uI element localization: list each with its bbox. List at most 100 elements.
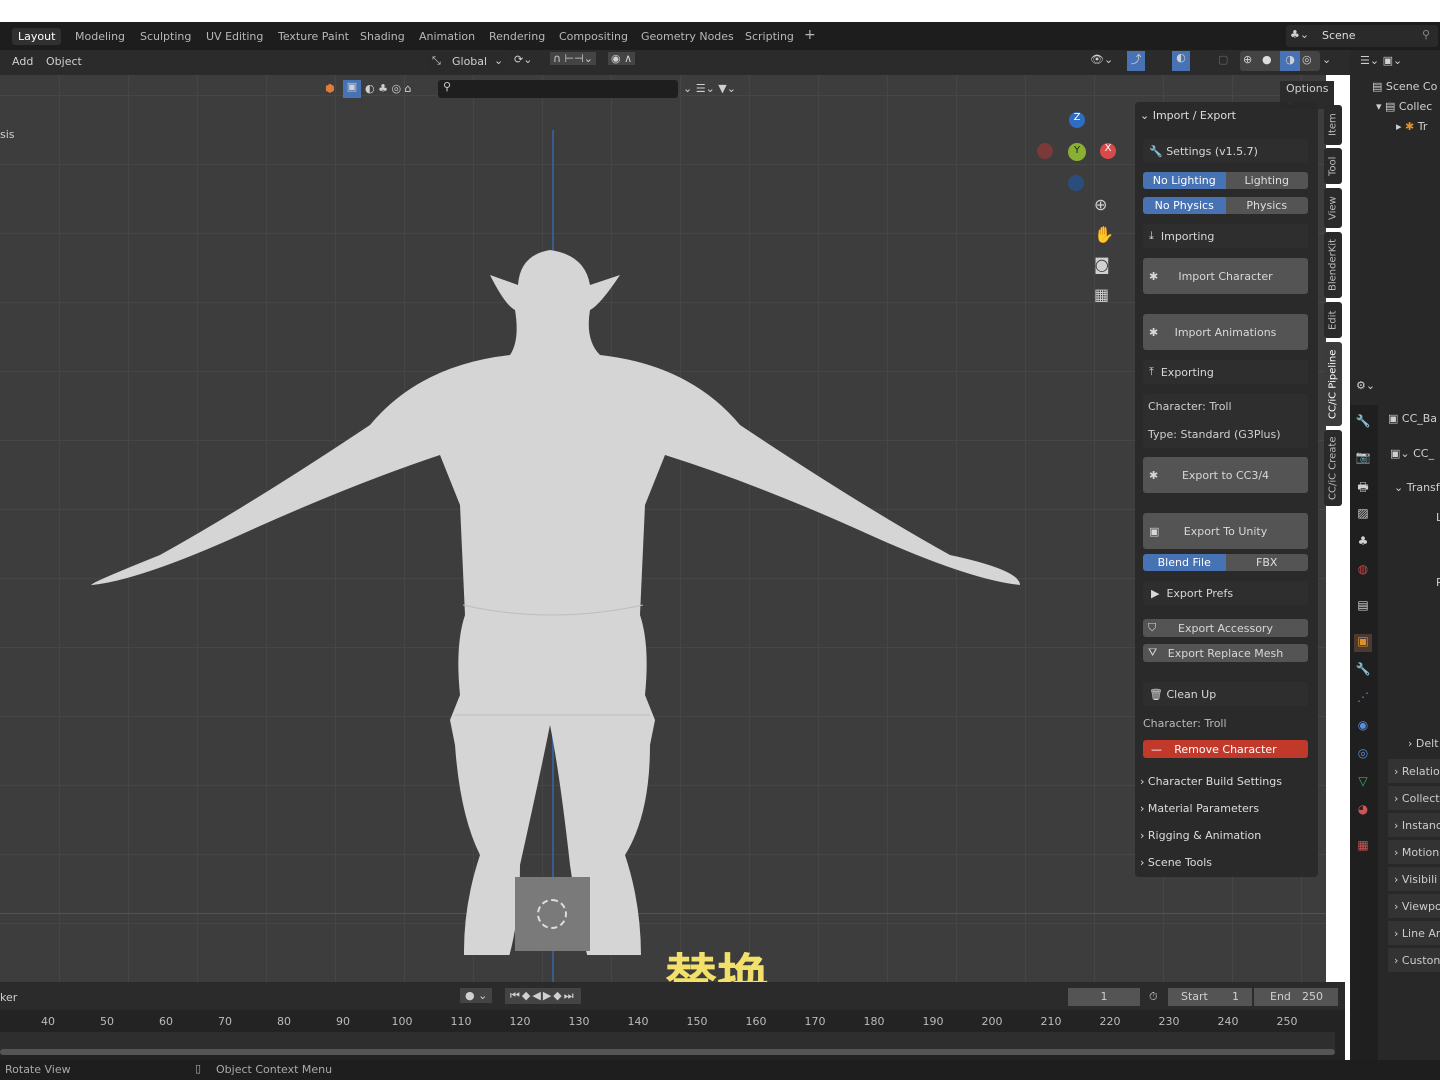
snap-icon[interactable]: ∩ ⊢⊣⌄ xyxy=(550,52,596,65)
no-lighting-toggle[interactable]: No Lighting xyxy=(1143,172,1226,189)
export-cc-button[interactable]: ✱ Export to CC3/4 xyxy=(1143,457,1308,493)
stopwatch-icon[interactable]: ⏱ xyxy=(1149,990,1158,1004)
timeline-scrollbar[interactable] xyxy=(0,1049,1335,1055)
fbx-toggle[interactable]: FBX xyxy=(1225,554,1308,571)
editor-type-icon[interactable]: ⚙⌄ xyxy=(1356,379,1375,392)
subpanel-material-parameters[interactable]: › Material Parameters xyxy=(1140,797,1312,819)
visibility-icon[interactable]: 👁⌄ xyxy=(1090,53,1113,66)
panel-instancing[interactable]: › Instanc xyxy=(1388,813,1440,837)
playback-controls[interactable]: ⏮◆◀▶◆⏭ xyxy=(505,988,581,1004)
output-icon[interactable]: 🖶 xyxy=(1354,478,1372,496)
panel-custom-properties[interactable]: › Custon xyxy=(1388,948,1440,972)
xray-icon[interactable]: ▢ xyxy=(1218,53,1228,66)
pin-icon[interactable]: ⚲ xyxy=(1422,28,1430,41)
gizmo-neg-x[interactable] xyxy=(1037,143,1053,159)
tab-blenderkit[interactable]: BlenderKit xyxy=(1324,232,1342,298)
material-shading-icon[interactable]: ◑ xyxy=(1280,51,1300,71)
tool-icon[interactable]: 🔧 xyxy=(1354,414,1372,432)
panel-visibility[interactable]: › Visibili xyxy=(1388,867,1440,891)
editor-type-icon[interactable]: ☰⌄ ▣⌄ xyxy=(1360,54,1402,67)
end-frame-field[interactable]: End 250 xyxy=(1254,988,1338,1006)
hierarchy-icon[interactable]: ⌄ ☰⌄ ▼⌄ xyxy=(683,82,736,95)
timeline-track[interactable] xyxy=(0,1032,1335,1050)
tab-modeling[interactable]: Modeling xyxy=(69,28,131,45)
pivot-icon[interactable]: ⟳⌄ xyxy=(514,53,532,66)
timeline-menu-marker[interactable]: ker xyxy=(0,991,17,1004)
scene-selector[interactable]: ♣⌄ Scene ⚲ xyxy=(1286,25,1438,47)
select-icon[interactable]: ▣ xyxy=(343,80,361,98)
menu-add[interactable]: Add xyxy=(12,55,33,68)
subpanel-scene-tools[interactable]: › Scene Tools xyxy=(1140,851,1312,873)
tab-tool[interactable]: Tool xyxy=(1324,148,1342,184)
record-button[interactable]: ● ⌄ xyxy=(460,988,493,1003)
tab-animation[interactable]: Animation xyxy=(413,28,481,45)
data-selector[interactable]: ▣⌄ CC_ xyxy=(1390,447,1434,460)
panel-motion-paths[interactable]: › Motion xyxy=(1388,840,1440,864)
world-icon[interactable]: ◍ xyxy=(1354,562,1372,580)
object-name-row[interactable]: ▣ CC_Ba xyxy=(1388,412,1437,425)
mesh-data-icon[interactable]: ▽ xyxy=(1354,774,1372,792)
tab-edit[interactable]: Edit xyxy=(1324,302,1342,338)
current-frame-field[interactable]: 1 xyxy=(1068,988,1140,1006)
panel-collections[interactable]: › Collect xyxy=(1388,786,1440,810)
subpanel-rigging-animation[interactable]: › Rigging & Animation xyxy=(1140,824,1312,846)
shading-dropdown-icon[interactable]: ⌄ xyxy=(1322,53,1331,66)
settings-button[interactable]: 🔧 Settings (v1.5.7) xyxy=(1143,139,1308,163)
transform-panel-header[interactable]: ⌄ Transfo xyxy=(1394,481,1440,494)
color-icon[interactable]: ⬢ xyxy=(325,82,335,95)
scene-collection-row[interactable]: ▤ Scene Co xyxy=(1372,80,1437,93)
troll-row[interactable]: ▸ ✱ Tr xyxy=(1396,120,1427,133)
export-prefs-button[interactable]: ▶ Export Prefs xyxy=(1143,581,1308,605)
texture-icon[interactable]: ▦ xyxy=(1354,838,1372,856)
tab-view[interactable]: View xyxy=(1324,188,1342,228)
material-icon[interactable]: ◕ xyxy=(1354,802,1372,820)
tab-sculpting[interactable]: Sculpting xyxy=(134,28,197,45)
3d-viewport[interactable]: ⬢ ▣ ◐ ♣ ◎ ⌂ ⚲ ⌄ ☰⌄ ▼⌄ sis Options ⌄ Z Y … xyxy=(0,75,1335,1010)
collection-row[interactable]: ▾ ▤ Collec xyxy=(1376,100,1432,113)
import-character-button[interactable]: ✱ Import Character xyxy=(1143,258,1308,294)
navigation-gizmo[interactable]: Z Y X xyxy=(1035,110,1120,195)
tab-item[interactable]: Item xyxy=(1324,105,1342,145)
delta-transform-header[interactable]: › Delt xyxy=(1408,737,1439,750)
solid-shading-icon[interactable]: ● xyxy=(1262,53,1272,66)
transform-orientation-dropdown[interactable]: ⤡ Global ⌄ xyxy=(428,52,506,72)
importing-section[interactable]: ⤓ Importing xyxy=(1143,224,1308,248)
modifier-icon[interactable]: 🔧 xyxy=(1354,662,1372,680)
tab-compositing[interactable]: Compositing xyxy=(553,28,634,45)
gizmo-y[interactable]: Y xyxy=(1068,143,1086,161)
import-animations-button[interactable]: ✱ Import Animations xyxy=(1143,314,1308,350)
lighting-toggle[interactable]: Lighting xyxy=(1225,172,1308,189)
shading-filter-icon[interactable]: ◐ ♣ ◎ ⌂ xyxy=(365,82,412,95)
tab-rendering[interactable]: Rendering xyxy=(483,28,551,45)
tab-layout[interactable]: Layout xyxy=(12,28,62,45)
particles-icon[interactable]: ⋰ xyxy=(1354,690,1372,708)
subpanel-character-build[interactable]: › Character Build Settings xyxy=(1140,770,1312,792)
render-icon[interactable]: 📷 xyxy=(1354,450,1372,468)
wireframe-shading-icon[interactable]: ⊕ xyxy=(1243,53,1252,66)
object-icon[interactable]: ▣ xyxy=(1354,634,1372,652)
tab-shading[interactable]: Shading xyxy=(354,28,411,45)
gizmo-toggle-icon[interactable]: ⤴ xyxy=(1127,51,1145,71)
gizmo-x[interactable]: X xyxy=(1100,143,1116,159)
gizmo-z[interactable]: Z xyxy=(1069,112,1085,128)
export-accessory-button[interactable]: ⛉ Export Accessory xyxy=(1143,619,1308,637)
zoom-icon[interactable]: ⊕ xyxy=(1094,195,1107,214)
start-frame-field[interactable]: Start 1 xyxy=(1168,988,1252,1006)
tab-cc-create[interactable]: CC/iC Create xyxy=(1324,430,1342,506)
overlay-toggle-icon[interactable]: ◐ xyxy=(1172,51,1190,71)
physics-toggle[interactable]: Physics xyxy=(1225,197,1308,214)
physics-icon[interactable]: ◉ xyxy=(1354,718,1372,736)
scene-icon[interactable]: ♣ xyxy=(1354,534,1372,552)
hand-icon[interactable]: ✋ xyxy=(1094,225,1114,244)
gizmo-neg-z[interactable] xyxy=(1068,175,1084,191)
no-physics-toggle[interactable]: No Physics xyxy=(1143,197,1226,214)
tab-cc-pipeline[interactable]: CC/iC Pipeline xyxy=(1324,342,1342,426)
panel-viewport-display[interactable]: › Viewpo xyxy=(1388,894,1440,918)
menu-object[interactable]: Object xyxy=(46,55,82,68)
rendered-shading-icon[interactable]: ◎ xyxy=(1302,53,1312,66)
tab-scripting[interactable]: Scripting xyxy=(739,28,800,45)
camera-object[interactable] xyxy=(515,877,590,951)
camera-icon[interactable]: ◙ xyxy=(1094,255,1110,274)
collection-icon[interactable]: ▤ xyxy=(1354,598,1372,616)
remove-character-button[interactable]: — Remove Character xyxy=(1143,740,1308,758)
